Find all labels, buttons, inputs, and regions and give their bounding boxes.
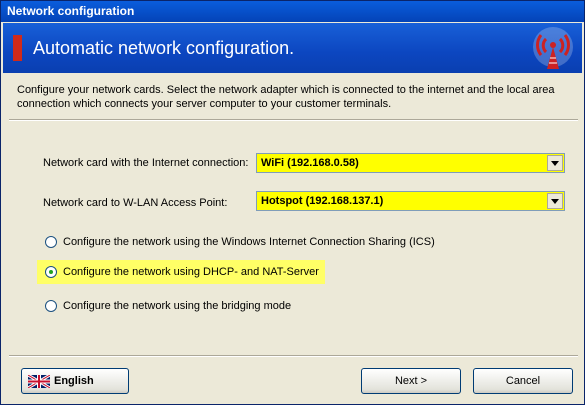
antenna-icon: [533, 27, 573, 69]
banner-title: Automatic network configuration.: [33, 38, 295, 58]
next-button-label: Next >: [394, 375, 428, 387]
banner-accent-mark: [13, 35, 22, 61]
radio-ics[interactable]: [45, 236, 57, 248]
option-dhcp-nat[interactable]: Configure the network using DHCP- and NA…: [37, 260, 325, 284]
option-bridging-label: Configure the network using the bridging…: [63, 300, 292, 312]
wlan-card-value: Hotspot (192.168.137.1): [261, 195, 384, 207]
language-button-label: English: [54, 375, 94, 387]
cancel-button[interactable]: Cancel: [473, 368, 573, 394]
wlan-card-label: Network card to W-LAN Access Point:: [43, 197, 228, 209]
option-ics[interactable]: Configure the network using the Windows …: [45, 234, 435, 250]
network-config-window: Network configuration Automatic network …: [0, 0, 585, 405]
option-bridging[interactable]: Configure the network using the bridging…: [45, 298, 291, 314]
header-banner: Automatic network configuration.: [3, 23, 582, 73]
radio-bridging[interactable]: [45, 300, 57, 312]
internet-card-label: Network card with the Internet connectio…: [43, 157, 249, 169]
top-divider: [9, 119, 578, 121]
window-title: Network configuration: [7, 4, 135, 18]
uk-flag-icon: [28, 375, 50, 388]
language-button[interactable]: English: [21, 368, 129, 394]
chevron-down-icon[interactable]: [547, 193, 563, 209]
internet-card-select[interactable]: WiFi (192.168.0.58): [256, 153, 565, 173]
option-ics-label: Configure the network using the Windows …: [63, 236, 435, 248]
radio-dhcp-nat[interactable]: [45, 266, 57, 278]
window-titlebar: Network configuration: [1, 1, 584, 22]
option-dhcp-nat-label: Configure the network using DHCP- and NA…: [63, 266, 319, 278]
internet-card-value: WiFi (192.168.0.58): [261, 157, 359, 169]
instructions-text: Configure your network cards. Select the…: [17, 84, 555, 110]
cancel-button-label: Cancel: [505, 375, 541, 387]
bottom-divider: [9, 355, 578, 357]
chevron-down-icon[interactable]: [547, 155, 563, 171]
wlan-card-select[interactable]: Hotspot (192.168.137.1): [256, 191, 565, 211]
next-button[interactable]: Next >: [361, 368, 461, 394]
